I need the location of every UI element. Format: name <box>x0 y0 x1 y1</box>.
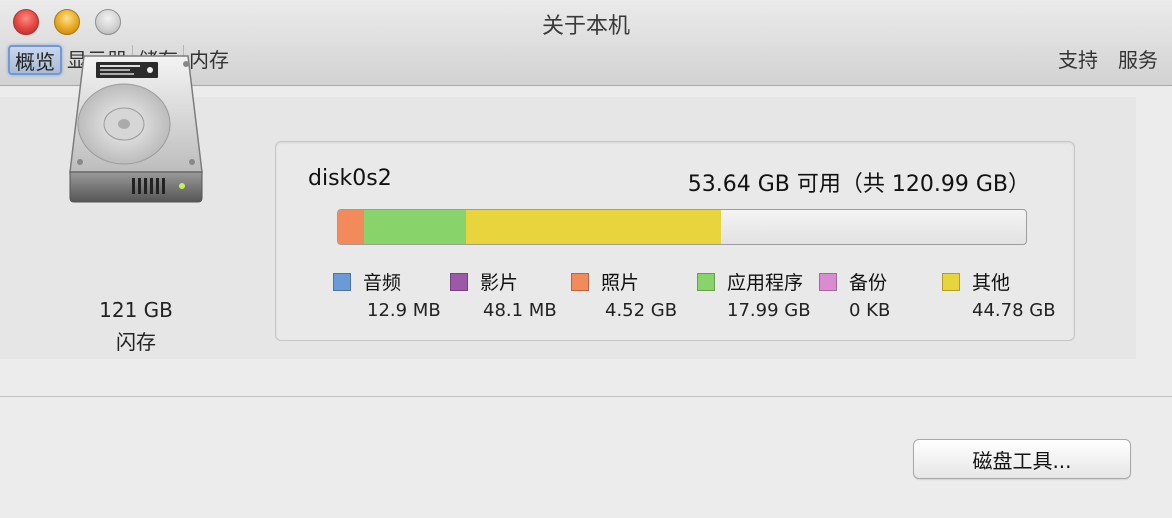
usage-segment <box>363 210 467 244</box>
legend-value: 48.1 MB <box>483 300 557 321</box>
legend-swatch <box>333 273 351 291</box>
legend-label: 其他 <box>972 272 1011 294</box>
disk-type: 闪存 <box>116 330 156 354</box>
legend-label: 应用程序 <box>727 272 804 294</box>
legend-value: 12.9 MB <box>367 300 441 321</box>
legend-value: 0 KB <box>849 300 891 321</box>
legend: 音频 12.9 MB 影片 48.1 MB 照片 4.52 GB 应用程序 17… <box>276 268 1076 328</box>
legend-value: 4.52 GB <box>605 300 678 321</box>
usage-bar <box>337 209 1027 245</box>
usage-segment <box>466 210 721 244</box>
service-link[interactable]: 服务 <box>1118 44 1158 76</box>
legend-swatch <box>697 273 715 291</box>
usage-segment <box>338 210 364 244</box>
disk-size: 121 GB <box>99 298 173 322</box>
tab-overview[interactable]: 概览 <box>8 45 62 75</box>
disk-utility-button[interactable]: 磁盘工具... <box>913 439 1131 479</box>
window-title: 关于本机 <box>541 14 630 39</box>
legend-value: 44.78 GB <box>972 300 1056 321</box>
toolbar-right-links: 支持 服务 <box>1058 44 1158 76</box>
legend-label: 照片 <box>601 272 640 294</box>
legend-value: 17.99 GB <box>727 300 811 321</box>
legend-swatch <box>450 273 468 291</box>
support-link[interactable]: 支持 <box>1058 44 1098 76</box>
volume-name: disk0s2 <box>308 166 392 191</box>
legend-swatch <box>942 273 960 291</box>
free-space-text: 53.64 GB 可用（共 120.99 GB） <box>687 172 1030 197</box>
hard-drive-icon <box>64 54 208 204</box>
storage-summary: disk0s2 53.64 GB 可用（共 120.99 GB） 音频 12.9… <box>275 141 1075 341</box>
legend-label: 音频 <box>363 272 402 294</box>
legend-label: 备份 <box>849 272 888 294</box>
legend-label: 影片 <box>480 272 519 294</box>
legend-swatch <box>819 273 837 291</box>
legend-swatch <box>571 273 589 291</box>
